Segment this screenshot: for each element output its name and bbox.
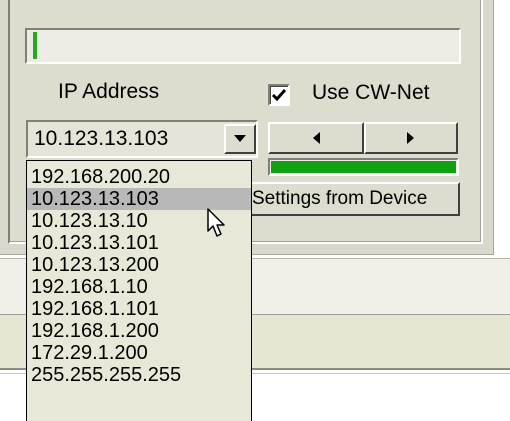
dropdown-option[interactable]: 192.168.1.200 xyxy=(27,320,251,342)
settings-from-device-button[interactable]: Settings from Device xyxy=(246,182,460,216)
device-progress-fill xyxy=(271,161,456,173)
ip-dropdown-button[interactable] xyxy=(224,124,256,154)
ip-address-value: 10.123.13.103 xyxy=(34,127,169,150)
arrow-right-icon xyxy=(407,132,414,144)
arrow-left-icon xyxy=(313,132,320,144)
dropdown-option[interactable]: 10.123.13.103 xyxy=(27,188,251,210)
ip-address-dropdown-list[interactable]: 192.168.200.20 10.123.13.103 10.123.13.10 1… xyxy=(26,160,252,421)
mouse-pointer-icon xyxy=(207,208,225,237)
previous-button[interactable] xyxy=(268,122,364,154)
dropdown-option[interactable]: 192.168.1.10 xyxy=(27,276,251,298)
check-icon xyxy=(271,89,287,102)
ip-address-label: IP Address xyxy=(58,80,160,103)
use-cw-net-checkbox[interactable] xyxy=(268,84,290,106)
status-progress-bar xyxy=(25,28,461,64)
dropdown-option[interactable]: 192.168.1.101 xyxy=(27,298,251,320)
use-cw-net-label: Use CW-Net xyxy=(312,81,430,104)
status-progress-fill xyxy=(33,32,38,59)
ip-address-combobox[interactable]: 10.123.13.103 xyxy=(26,120,258,158)
dropdown-option[interactable]: 10.123.13.200 xyxy=(27,254,251,276)
next-button[interactable] xyxy=(364,122,458,154)
device-progress-bar xyxy=(268,158,459,176)
dropdown-option[interactable]: 192.168.200.20 xyxy=(27,166,251,188)
dropdown-option[interactable]: 255.255.255.255 xyxy=(27,364,251,386)
chevron-down-icon xyxy=(234,135,246,142)
dropdown-option[interactable]: 172.29.1.200 xyxy=(27,342,251,364)
